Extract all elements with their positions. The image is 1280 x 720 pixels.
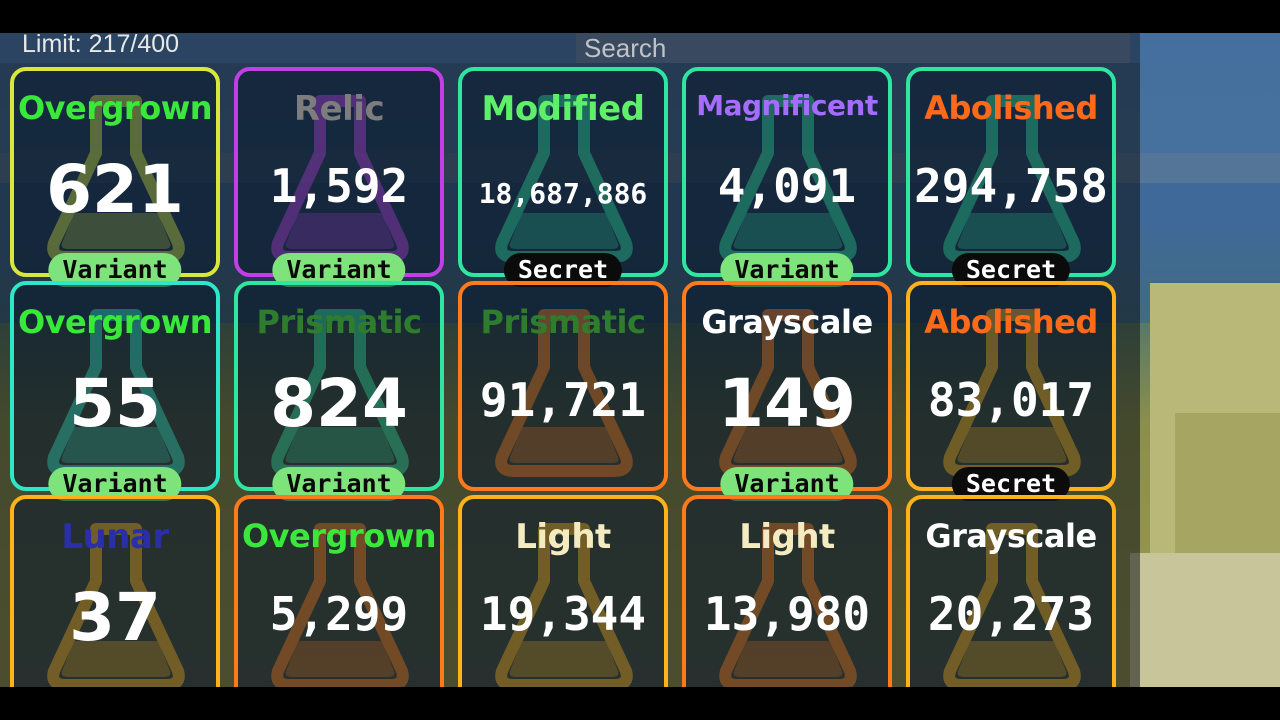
potion-rarity-title: Overgrown [17,89,213,127]
potion-rarity-title: Abolished [924,303,1098,341]
potion-count: 37 [69,579,161,656]
potion-rarity-title: Light [515,517,611,557]
potion-rarity-title: Grayscale [701,303,873,341]
potion-count: 149 [718,365,856,442]
potion-card[interactable]: Prismatic 91,721 [458,281,668,491]
potion-card[interactable]: Light 19,344 [458,495,668,687]
potion-count: 824 [270,365,408,442]
potion-card[interactable]: Light 13,980 [682,495,892,687]
potion-count: 294,758 [914,159,1108,213]
potion-rarity-title: Overgrown [241,517,437,555]
potion-count: 83,017 [927,373,1095,427]
potion-rarity-title: Abolished [924,89,1098,127]
potion-count: 55 [69,365,161,442]
potion-card[interactable]: Modified 18,687,886 Secret [458,67,668,287]
potion-rarity-title: Magnificent [696,89,878,122]
potion-count: 91,721 [479,373,647,427]
potion-rarity-title: Lunar [61,517,169,557]
potion-count: 19,344 [479,587,647,641]
potion-rarity-title: Prismatic [480,303,646,341]
potion-count: 4,091 [717,159,857,213]
potion-rarity-title: Grayscale [925,517,1097,555]
potion-card[interactable]: Abolished 83,017 Secret [906,281,1116,501]
potion-card[interactable]: Overgrown 621 Variant [10,67,220,287]
potion-card[interactable]: Overgrown 5,299 [234,495,444,687]
potion-card[interactable]: Grayscale 149 Variant [682,281,892,501]
inventory-limit-label: Limit: 217/400 [22,30,180,58]
potion-card[interactable]: Lunar 37 [10,495,220,687]
potion-count: 20,273 [927,587,1095,641]
potion-rarity-title: Modified [481,89,645,129]
potion-rarity-title: Prismatic [256,303,422,341]
potion-rarity-title: Light [739,517,835,557]
potion-inventory-grid: Overgrown 621 Variant Relic 1,592 Variant Modi… [0,63,1140,687]
potion-count: 13,980 [703,587,871,641]
search-input[interactable] [576,33,1130,63]
potion-card[interactable]: Grayscale 20,273 [906,495,1116,687]
potion-card[interactable]: Magnificent 4,091 Variant [682,67,892,287]
potion-count: 621 [46,151,184,228]
potion-card[interactable]: Overgrown 55 Variant [10,281,220,501]
potion-card[interactable]: Abolished 294,758 Secret [906,67,1116,287]
potion-card[interactable]: Prismatic 824 Variant [234,281,444,501]
potion-count: 5,299 [269,587,409,641]
letterbox-bottom [0,687,1280,720]
potion-count: 18,687,886 [478,177,648,210]
potion-count: 1,592 [269,159,409,213]
potion-card[interactable]: Relic 1,592 Variant [234,67,444,287]
potion-rarity-title: Relic [293,89,385,129]
potion-rarity-title: Overgrown [17,303,213,341]
